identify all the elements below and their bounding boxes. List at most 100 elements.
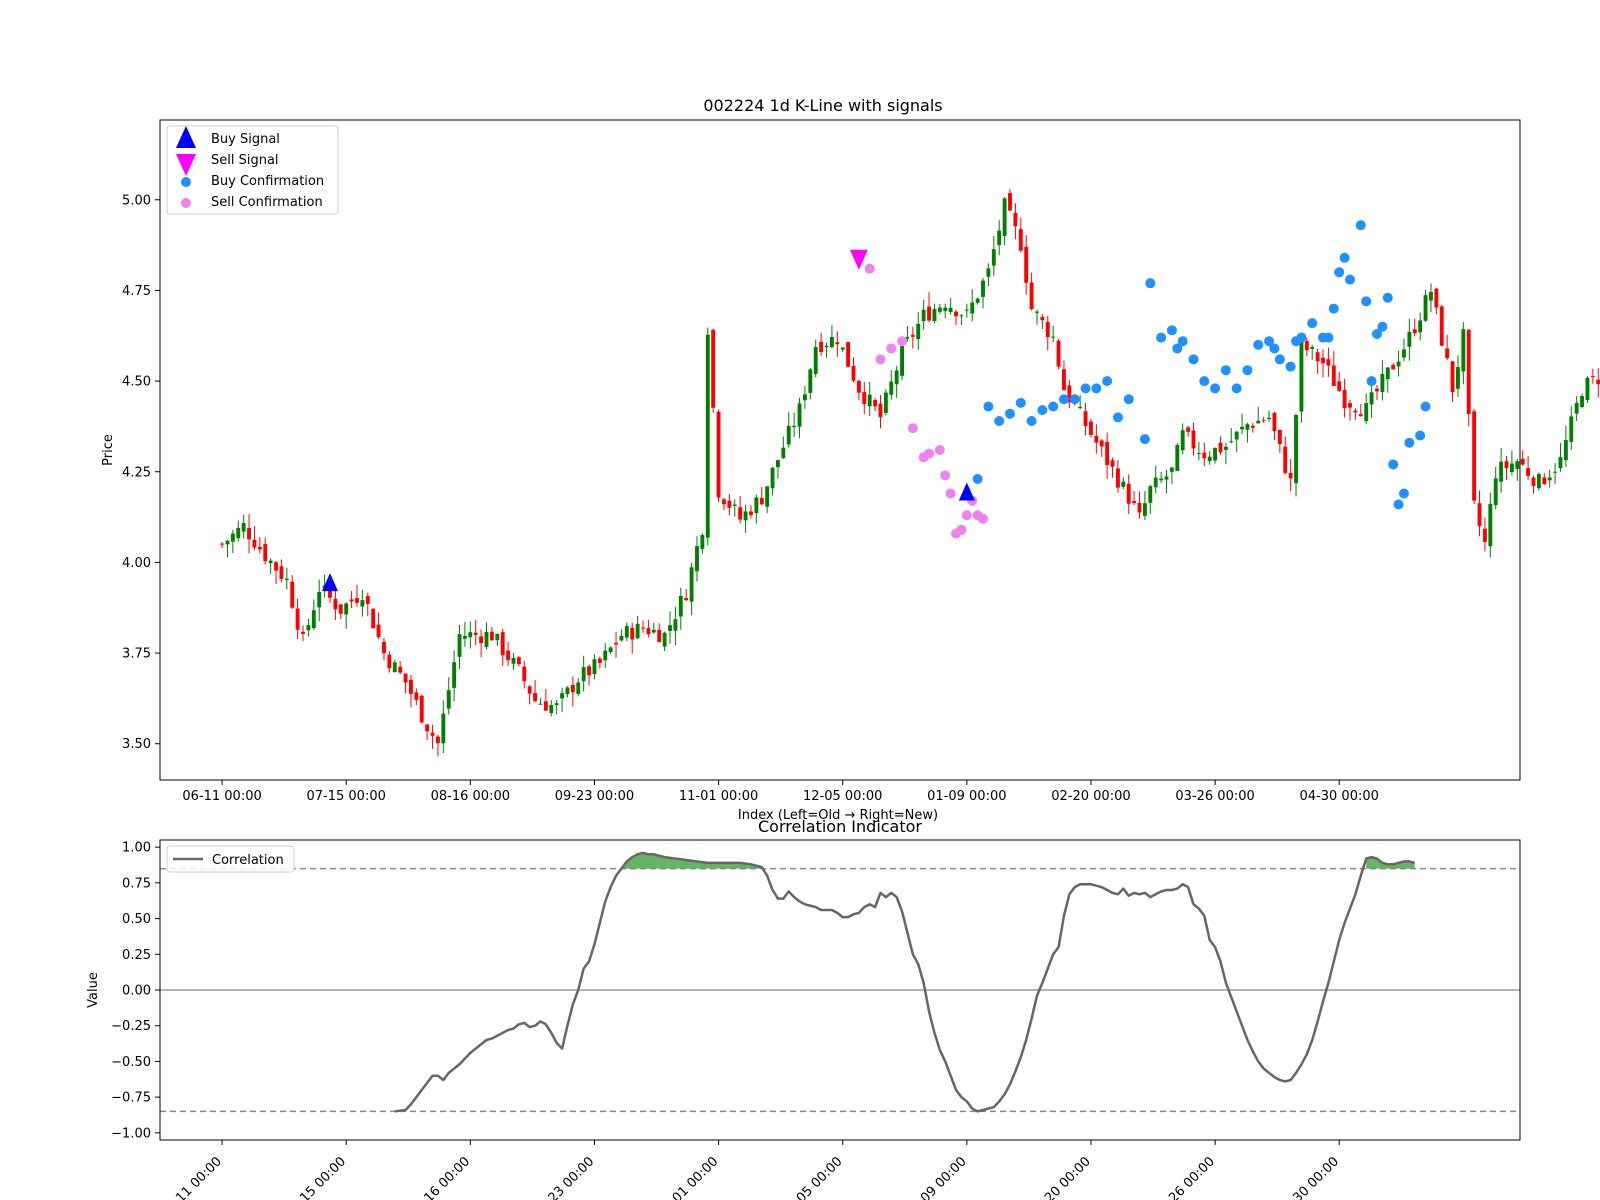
candle-body (1180, 430, 1185, 451)
legend-buy-confirm-marker (181, 177, 191, 187)
candle-body (1569, 416, 1574, 442)
candle-body (1078, 406, 1083, 409)
candle-body (657, 629, 662, 643)
buy-confirmation-point (1102, 376, 1113, 387)
candle-body (1466, 329, 1471, 415)
buy-confirmation-point (1026, 415, 1037, 426)
correlation-ytick-label: 0.75 (122, 876, 151, 891)
candle-body (829, 336, 834, 348)
sell-confirmation-point (945, 488, 956, 499)
buy-confirmation-point (1328, 303, 1339, 314)
buy-confirmation-point (1404, 437, 1415, 448)
legend-sell-confirmation: Sell Confirmation (211, 195, 323, 210)
candle-body (1115, 468, 1120, 488)
buy-confirmation-point (1188, 354, 1199, 365)
buy-confirmation-point (1145, 278, 1156, 289)
candle-body (1002, 198, 1007, 237)
candle-body (641, 627, 645, 629)
candle-body (1256, 420, 1261, 424)
candle-body (376, 624, 381, 637)
buy-confirmation-point (1366, 376, 1377, 387)
candle-body (1531, 477, 1536, 486)
buy-confirmation-point (994, 415, 1005, 426)
candle-body (495, 633, 500, 641)
buy-confirmation-point (1323, 332, 1334, 343)
candle-body (689, 567, 694, 602)
buy-confirmation-point (1048, 401, 1059, 412)
candle-body (1008, 193, 1012, 211)
kline-xtick-label: 06-11 00:00 (182, 789, 261, 804)
sell-confirmation-point (897, 336, 908, 347)
candle-body (603, 650, 608, 661)
candle-body (743, 511, 748, 521)
candle-body (786, 425, 791, 445)
candle-body (1321, 357, 1325, 364)
buy-confirmation-point (1220, 365, 1231, 376)
candle-body (619, 635, 624, 641)
candle-body (630, 627, 635, 640)
candle-body (1375, 388, 1379, 392)
candle-body (775, 460, 780, 468)
buy-confirmation-point (1307, 318, 1318, 329)
candle-body (1509, 463, 1514, 473)
kline-xtick-label: 07-15 00:00 (307, 789, 386, 804)
candle-body (873, 399, 878, 407)
candle-body (851, 365, 856, 381)
candle-body (1299, 338, 1304, 412)
candle-body (382, 641, 386, 654)
candle-body (527, 686, 532, 694)
kline-ylabel: Price (101, 434, 116, 466)
candle-body (1342, 390, 1347, 409)
candle-body (290, 581, 295, 608)
candle-body (1585, 377, 1590, 401)
candle-body (797, 403, 802, 427)
candle-body (846, 342, 851, 367)
candle-body (878, 403, 883, 418)
correlation-xtick-label: 11-01 00:00 (655, 1154, 722, 1200)
candle-body (1288, 472, 1293, 479)
candle-body (1504, 461, 1509, 469)
sell-confirmation-point (961, 510, 972, 521)
candle-body (1520, 458, 1525, 465)
buy-confirmation-point (1296, 332, 1307, 343)
candle-body (856, 380, 861, 393)
candle-body (1499, 461, 1504, 482)
candle-body (344, 603, 349, 615)
kline-panel: 002224 1d K-Line with signals 3.50 3.75 4.… (101, 96, 1600, 823)
candle-body (668, 625, 672, 631)
buy-confirmation-point (1058, 394, 1069, 405)
candle-body (646, 628, 651, 635)
candle-body (560, 693, 565, 699)
kline-ytick-label: 4.00 (122, 556, 151, 571)
candle-body (333, 598, 338, 610)
candle-body (549, 704, 554, 714)
candle-body (1590, 376, 1595, 378)
candle-body (1580, 396, 1585, 408)
candle-body (705, 334, 710, 538)
candle-body (511, 657, 516, 664)
candle-body (284, 578, 289, 581)
candle-body (1164, 476, 1169, 480)
candle-body (754, 497, 759, 514)
buy-confirmation-point (1091, 383, 1102, 394)
correlation-line (394, 851, 1416, 1113)
candle-body (430, 732, 435, 736)
buy-confirmation-point (1339, 252, 1350, 263)
kline-x-axis: 06-11 00:00 07-15 00:00 08-16 00:00 09-23 0… (182, 780, 1379, 804)
kline-xtick-label: 03-26 00:00 (1175, 789, 1254, 804)
sell-confirmation-point (864, 263, 875, 274)
candle-body (695, 546, 699, 572)
candle-body (614, 642, 618, 645)
candle-body (587, 666, 591, 676)
candle-body (1213, 447, 1218, 461)
candle-body (355, 598, 359, 603)
buy-confirmation-point (1123, 394, 1134, 405)
buy-confirmation-point (972, 474, 983, 485)
buy-confirmation-point (1420, 401, 1431, 412)
candle-body (900, 343, 905, 376)
candle-body (1121, 481, 1126, 487)
candle-body (1488, 503, 1493, 547)
correlation-xtick-label: 12-05 00:00 (779, 1154, 846, 1200)
candle-body (1455, 367, 1460, 389)
candle-body (916, 323, 921, 339)
